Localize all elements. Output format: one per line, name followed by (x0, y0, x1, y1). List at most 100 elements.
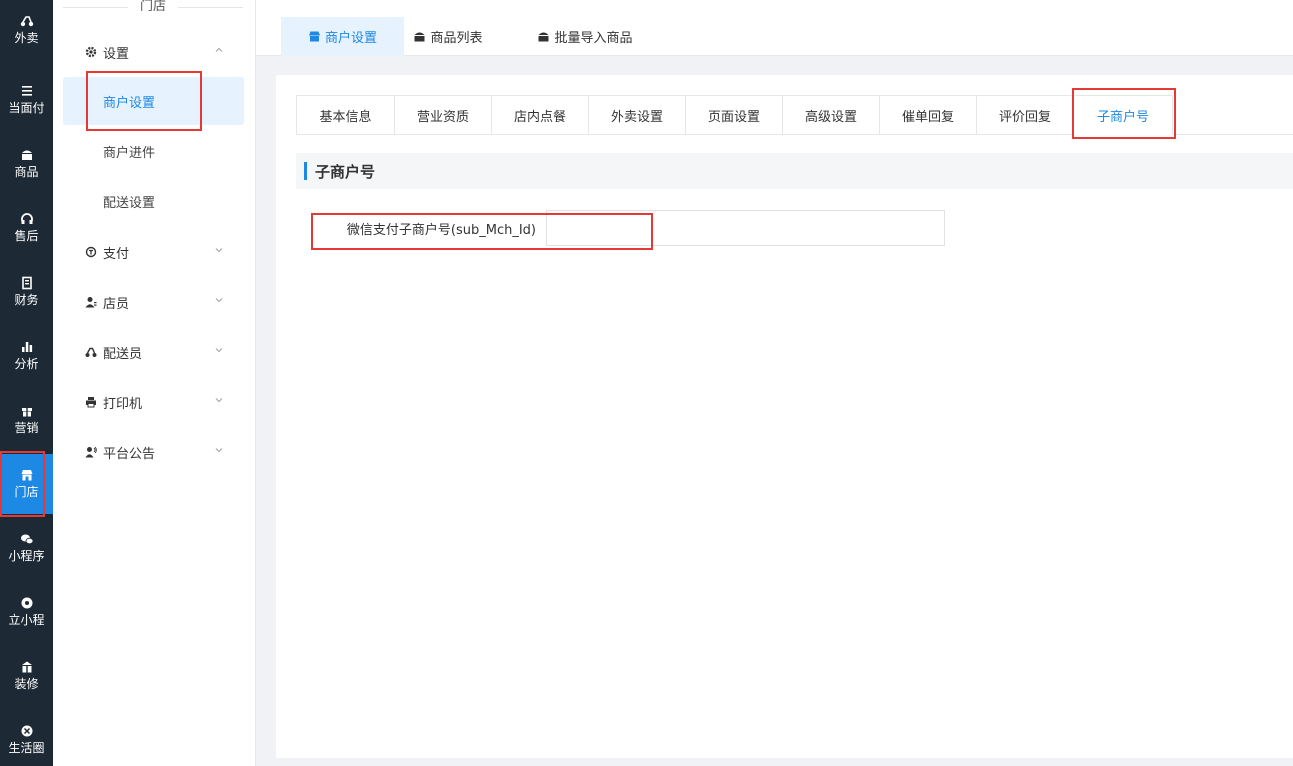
divider (63, 6, 128, 8)
tab-label: 商户设置 (324, 31, 377, 46)
sub-mch-id-input[interactable] (546, 210, 945, 246)
rail-item-marketing[interactable]: 营销 (0, 390, 53, 450)
rail-item-decorate[interactable]: 装修 (0, 646, 53, 706)
miniapp-icon (20, 596, 34, 610)
circle-icon (20, 724, 34, 738)
tab-label: 子商户号 (1096, 109, 1149, 125)
tab-batch-import[interactable]: 批量导入商品 (526, 17, 644, 56)
rail-label: 外卖 (14, 31, 39, 45)
sub-mch-id-label: 微信支付子商户号(sub_Mch_Id) (346, 222, 536, 238)
rail-item-standalone-miniprogram[interactable]: 立小程 (0, 582, 53, 642)
gear-icon (85, 46, 97, 58)
tab-label: 评价回复 (998, 109, 1051, 125)
rail-label: 生活圈 (8, 741, 45, 755)
sidebar-group-label: 配送员 (103, 346, 143, 362)
tab-label: 商品列表 (430, 31, 483, 46)
wechat-icon (20, 532, 34, 546)
finance-icon (20, 276, 34, 290)
headset-icon (20, 212, 34, 226)
sidebar-group-staff[interactable]: 店员 (53, 287, 256, 317)
tab-label: 催单回复 (901, 109, 954, 125)
printer-icon (85, 396, 97, 408)
tab-label: 店内点餐 (513, 109, 566, 125)
tab-sub-merchant[interactable]: 子商户号 (1072, 88, 1176, 139)
payment-icon (85, 246, 97, 258)
rail-item-miniprogram[interactable]: 小程序 (0, 518, 53, 578)
rail-label: 分析 (14, 357, 39, 371)
tab-business-license[interactable]: 营业资质 (394, 95, 491, 135)
rail-label: 小程序 (8, 549, 45, 563)
tab-label: 高级设置 (804, 109, 857, 125)
rail-item-analysis[interactable]: 分析 (0, 326, 53, 386)
rail-item-aftersale[interactable]: 售后 (0, 198, 53, 258)
settings-tabs: 基本信息 营业资质 店内点餐 外卖设置 页面设置 高级设置 催单回复 评价回复 … (296, 88, 1293, 139)
rail-label: 营销 (14, 421, 39, 435)
tab-merchant-settings[interactable]: 商户设置 (281, 17, 404, 56)
tab-label: 页面设置 (707, 109, 760, 125)
sidebar-group-label: 店员 (103, 296, 130, 312)
tab-takeout-settings[interactable]: 外卖设置 (588, 95, 685, 135)
tab-product-list[interactable]: 商品列表 (404, 17, 492, 56)
sidebar-item-merchant-onboarding[interactable]: 商户进件 (63, 127, 244, 175)
store-sidebar: 门店 设置 商户设置 商户进件 配送设置 支付 店员 配送员 打印机 平台公告 (53, 0, 256, 766)
section-accent-bar (304, 162, 307, 180)
chevron-down-icon (214, 445, 224, 455)
sidebar-item-merchant-settings[interactable]: 商户设置 (63, 71, 244, 131)
chevron-down-icon (214, 395, 224, 405)
content-card: 基本信息 营业资质 店内点餐 外卖设置 页面设置 高级设置 催单回复 评价回复 … (276, 75, 1293, 758)
announcement-icon (85, 446, 97, 458)
rail-label: 商品 (14, 165, 39, 179)
tab-label: 批量导入商品 (554, 31, 633, 46)
tab-label: 营业资质 (416, 109, 469, 125)
chevron-down-icon (214, 295, 224, 305)
chevron-up-icon (214, 45, 224, 55)
sidebar-group-label: 平台公告 (103, 446, 156, 462)
sidebar-group-payment[interactable]: 支付 (53, 237, 256, 267)
sidebar-item-label: 商户进件 (103, 145, 156, 161)
rail-item-product[interactable]: 商品 (0, 134, 53, 194)
tab-page-settings[interactable]: 页面设置 (685, 95, 782, 135)
chevron-down-icon (214, 245, 224, 255)
scooter-icon (85, 346, 97, 358)
rail-label: 售后 (14, 229, 39, 243)
rail-label: 财务 (14, 293, 39, 307)
rail-item-store[interactable]: 门店 (0, 451, 53, 517)
scooter-icon (20, 14, 34, 28)
tab-label: 外卖设置 (610, 109, 663, 125)
product-icon (537, 30, 550, 43)
sidebar-group-printer[interactable]: 打印机 (53, 387, 256, 417)
product-icon (20, 148, 34, 162)
sidebar-group-announcement[interactable]: 平台公告 (53, 437, 256, 467)
main-nav-rail: 外卖 当面付 商品 售后 财务 分析 营销 门店 小程序 立小程 装修 生活圈 (0, 0, 53, 766)
sidebar-item-label: 配送设置 (103, 195, 156, 211)
bar-chart-icon (20, 340, 34, 354)
gift-icon (20, 404, 34, 418)
list-icon (20, 84, 34, 98)
rail-label: 门店 (14, 485, 39, 499)
chevron-down-icon (214, 345, 224, 355)
sidebar-group-courier[interactable]: 配送员 (53, 337, 256, 367)
store-icon (308, 30, 321, 43)
rail-item-finance[interactable]: 财务 (0, 262, 53, 322)
decorate-icon (20, 660, 34, 674)
tab-reminder-reply[interactable]: 催单回复 (879, 95, 976, 135)
section-header: 子商户号 (296, 153, 1293, 189)
sidebar-item-delivery-settings[interactable]: 配送设置 (63, 177, 244, 225)
tab-basic-info[interactable]: 基本信息 (296, 95, 394, 135)
rail-item-takeout[interactable]: 外卖 (0, 0, 53, 60)
rail-item-life-circle[interactable]: 生活圈 (0, 710, 53, 766)
tab-review-reply[interactable]: 评价回复 (976, 95, 1073, 135)
staff-icon (85, 296, 97, 308)
store-icon (20, 468, 34, 482)
rail-item-face-pay[interactable]: 当面付 (0, 70, 53, 130)
divider (178, 6, 244, 8)
sidebar-header: 门店 (63, 0, 244, 14)
rail-label: 当面付 (8, 101, 45, 115)
sidebar-group-settings[interactable]: 设置 (53, 37, 256, 67)
product-icon (413, 30, 426, 43)
tab-advanced-settings[interactable]: 高级设置 (782, 95, 879, 135)
tab-dine-in[interactable]: 店内点餐 (491, 95, 588, 135)
sidebar-group-label: 支付 (103, 246, 130, 262)
rail-label: 立小程 (8, 613, 45, 627)
section-title: 子商户号 (315, 162, 376, 181)
